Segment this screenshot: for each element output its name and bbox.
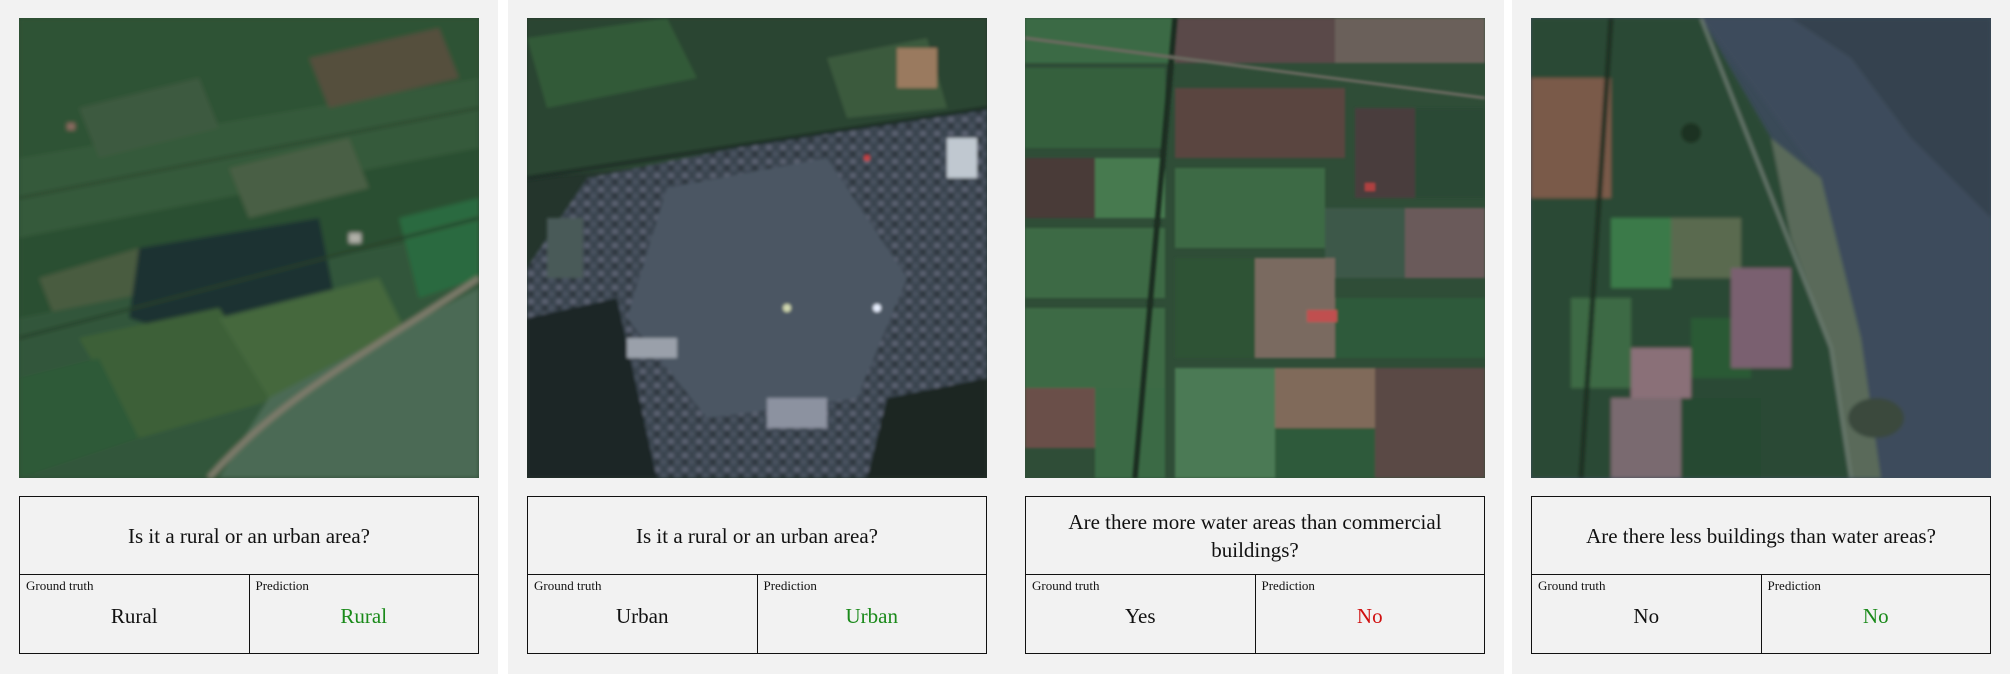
ground-truth-label: Ground truth <box>1032 578 1100 593</box>
ground-truth-cell: Ground truth Yes <box>1026 575 1255 653</box>
satellite-image-coast <box>1531 18 1991 478</box>
ground-truth-label: Ground truth <box>534 578 602 593</box>
question-text: Are there more water areas than commerci… <box>1026 497 1484 575</box>
prediction-cell: Prediction Rural <box>248 575 479 653</box>
prediction-cell: Prediction Urban <box>756 575 987 653</box>
example-panel-4: Are there less buildings than water area… <box>1512 0 2010 674</box>
prediction-cell: Prediction No <box>1254 575 1485 653</box>
question-text: Is it a rural or an urban area? <box>20 497 478 575</box>
prediction-value: Urban <box>845 604 898 628</box>
satellite-image-urban <box>527 18 987 478</box>
prediction-label: Prediction <box>1767 578 1821 593</box>
ground-truth-value: No <box>1633 604 1660 628</box>
example-panel-2: Is it a rural or an urban area? Ground t… <box>508 0 1006 674</box>
prediction-value: Rural <box>340 604 388 628</box>
vqa-examples-figure: Is it a rural or an urban area? Ground t… <box>0 0 2010 674</box>
ground-truth-cell: Ground truth Urban <box>528 575 757 653</box>
ground-truth-value: Urban <box>616 604 669 628</box>
ground-truth-cell: Ground truth No <box>1532 575 1761 653</box>
qa-table: Is it a rural or an urban area? Ground t… <box>527 496 987 654</box>
satellite-image-rural <box>19 18 479 478</box>
ground-truth-label: Ground truth <box>1538 578 1606 593</box>
prediction-label: Prediction <box>1261 578 1315 593</box>
example-panel-3: Are there more water areas than commerci… <box>1006 0 1504 674</box>
question-text: Is it a rural or an urban area? <box>528 497 986 575</box>
example-panel-1: Is it a rural or an urban area? Ground t… <box>0 0 498 674</box>
qa-table: Are there more water areas than commerci… <box>1025 496 1485 654</box>
question-text: Are there less buildings than water area… <box>1532 497 1990 575</box>
ground-truth-label: Ground truth <box>26 578 94 593</box>
ground-truth-value: Rural <box>110 604 158 628</box>
qa-table: Are there less buildings than water area… <box>1531 496 1991 654</box>
prediction-value: No <box>1862 604 1889 628</box>
ground-truth-cell: Ground truth Rural <box>20 575 249 653</box>
qa-table: Is it a rural or an urban area? Ground t… <box>19 496 479 654</box>
prediction-cell: Prediction No <box>1760 575 1991 653</box>
prediction-value: No <box>1356 604 1383 628</box>
satellite-image-fields <box>1025 18 1485 478</box>
ground-truth-value: Yes <box>1124 604 1156 628</box>
prediction-label: Prediction <box>255 578 309 593</box>
prediction-label: Prediction <box>763 578 817 593</box>
